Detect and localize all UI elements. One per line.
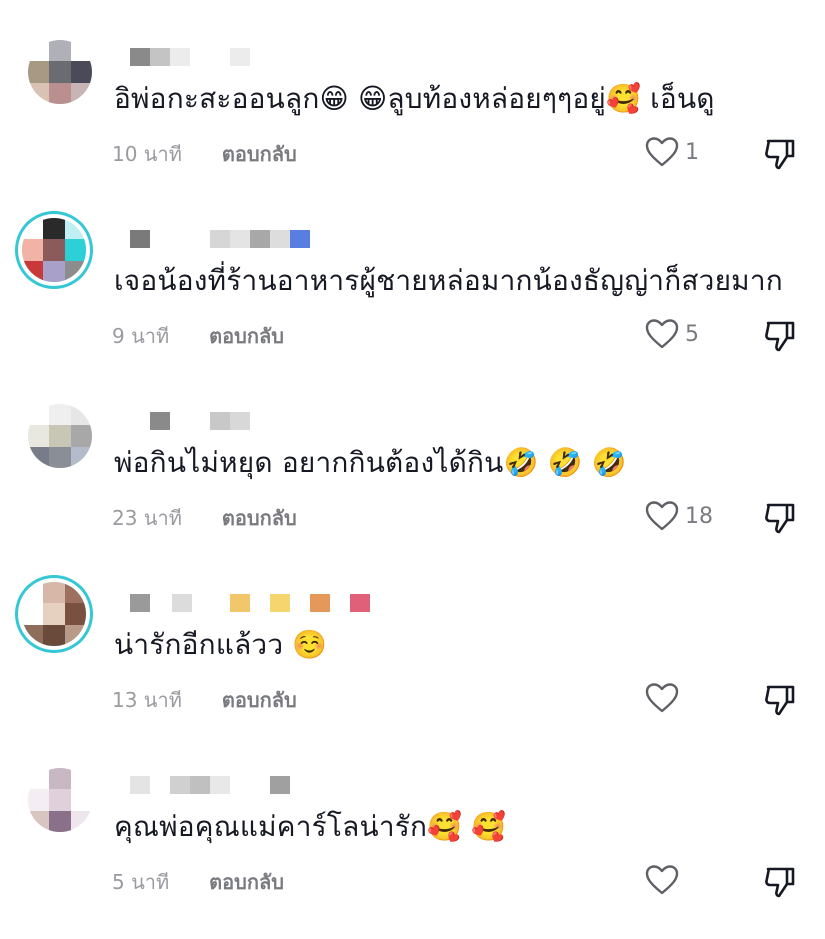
thumbs-down-icon[interactable] (762, 136, 798, 172)
reply-button[interactable]: ตอบกลับ (209, 866, 284, 898)
heart-outline-icon (645, 137, 679, 167)
comment-time: 23 นาที (112, 506, 182, 530)
avatar-mosaic (22, 218, 86, 282)
heart-outline-icon (645, 865, 679, 895)
reply-button[interactable]: ตอบกลับ (222, 684, 297, 716)
username-redacted[interactable] (130, 776, 290, 794)
like-button[interactable]: 1 (645, 136, 699, 168)
avatar-mosaic (28, 404, 92, 468)
avatar[interactable] (28, 404, 92, 468)
avatar[interactable] (22, 582, 86, 646)
like-count: 18 (685, 503, 713, 529)
comment-meta: 9 นาที ตอบกลับ (112, 322, 284, 350)
comment-time: 13 นาที (112, 688, 182, 712)
thumbs-down-icon[interactable] (762, 318, 798, 354)
avatar-mosaic (28, 40, 92, 104)
reply-button[interactable]: ตอบกลับ (209, 320, 284, 352)
comment-meta: 13 นาที ตอบกลับ (112, 686, 297, 714)
like-button[interactable]: 18 (645, 500, 713, 532)
avatar-mosaic (28, 768, 92, 832)
comment-time: 9 นาที (112, 324, 170, 348)
username-redacted[interactable] (130, 594, 370, 612)
like-button[interactable] (645, 864, 685, 896)
comment-time: 10 นาที (112, 142, 182, 166)
thumbs-down-icon[interactable] (762, 500, 798, 536)
like-button[interactable]: 5 (645, 318, 699, 350)
reply-button[interactable]: ตอบกลับ (222, 502, 297, 534)
heart-outline-icon (645, 319, 679, 349)
comment-text: คุณพ่อคุณแม่คาร์โลน่ารัก🥰 🥰 (114, 810, 507, 843)
comment-text: เจอน้องที่ร้านอาหารผู้ชายหล่อมากน้องธัญญ… (114, 264, 783, 297)
comment-time: 5 นาที (112, 870, 170, 894)
thumbs-down-icon[interactable] (762, 864, 798, 900)
thumbs-down-icon[interactable] (762, 682, 798, 718)
like-count: 1 (685, 139, 699, 165)
avatar-mosaic (22, 582, 86, 646)
reply-button[interactable]: ตอบกลับ (222, 138, 297, 170)
like-count: 5 (685, 321, 699, 347)
comment-text: น่ารักอีกแล้วว ☺️ (114, 628, 328, 661)
like-button[interactable] (645, 682, 685, 714)
comment-meta: 23 นาที ตอบกลับ (112, 504, 297, 532)
comment-text: พ่อกินไม่หยุด อยากกินต้องได้กิน🤣 🤣 🤣 (114, 446, 627, 479)
username-redacted[interactable] (130, 48, 250, 66)
heart-outline-icon (645, 683, 679, 713)
comment-text: อิพ่อกะสะออนลูก😁 😁ลูบท้องหล่อยๆๆอยู่🥰 เอ… (114, 82, 715, 115)
heart-outline-icon (645, 501, 679, 531)
comment-meta: 10 นาที ตอบกลับ (112, 140, 297, 168)
username-redacted[interactable] (130, 412, 250, 430)
avatar[interactable] (28, 40, 92, 104)
avatar[interactable] (28, 768, 92, 832)
username-redacted[interactable] (130, 230, 310, 248)
comment-meta: 5 นาที ตอบกลับ (112, 868, 284, 896)
avatar[interactable] (22, 218, 86, 282)
